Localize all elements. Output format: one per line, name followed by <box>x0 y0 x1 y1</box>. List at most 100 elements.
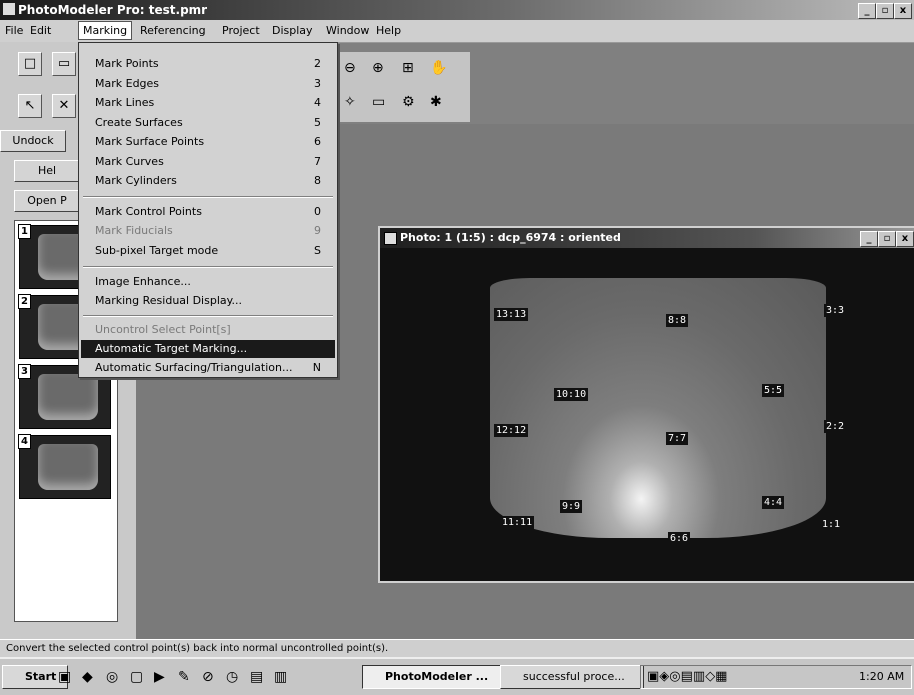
menu-item-shortcut: 6 <box>314 135 321 148</box>
quicklaunch-icon[interactable]: ✎ <box>178 669 190 685</box>
menu-item-image-enhance[interactable]: Image Enhance... <box>95 273 325 291</box>
menu-item-shortcut: 7 <box>314 155 321 168</box>
tool-icon[interactable]: ✧ <box>344 94 356 110</box>
menu-item-marking-residual-display[interactable]: Marking Residual Display... <box>95 292 325 310</box>
open-photos-button[interactable]: Open P <box>14 190 80 212</box>
camera-icon[interactable]: ⚙ <box>402 94 415 110</box>
photo-window: Photo: 1 (1:5) : dcp_6974 : oriented _ ▫… <box>378 226 914 583</box>
point-label[interactable]: 6:6 <box>668 532 691 545</box>
menu-item-shortcut: S <box>314 244 321 257</box>
quicklaunch-icon[interactable]: ⊘ <box>202 669 214 685</box>
point-label[interactable]: 4:4 <box>762 496 785 509</box>
app-icon <box>3 3 15 15</box>
window-title: PhotoModeler Pro: test.pmr <box>18 3 208 17</box>
help-button[interactable]: Hel <box>14 160 80 182</box>
point-label[interactable]: 7:7 <box>666 432 689 445</box>
status-text: Convert the selected control point(s) ba… <box>6 643 389 654</box>
point-label[interactable]: 5:5 <box>762 384 785 397</box>
menu-item-mark-control-points[interactable]: Mark Control Points 0 <box>95 203 325 221</box>
menu-item-shortcut: 4 <box>314 96 321 109</box>
quicklaunch-icon[interactable]: ◷ <box>226 669 238 685</box>
menu-item-label: Mark Lines <box>95 96 155 109</box>
point-label[interactable]: 2:2 <box>824 420 847 433</box>
photo-close-button[interactable]: x <box>896 231 914 247</box>
system-tray: ▣◈◎▤▥◇▦ 1:20 AM <box>640 665 912 689</box>
point-label[interactable]: 1:1 <box>820 518 843 531</box>
point-label[interactable]: 8:8 <box>666 314 689 327</box>
photo-thumbnail[interactable]: 4 <box>18 434 111 499</box>
thumbnail-image <box>38 374 98 420</box>
menu-item-subpixel-target-mode[interactable]: Sub-pixel Target mode S <box>95 242 325 260</box>
zoom-fit-icon[interactable]: ⊞ <box>402 60 414 76</box>
menu-window[interactable]: Window <box>326 24 369 37</box>
point-label[interactable]: 11:11 <box>500 516 535 529</box>
menu-item-label: Automatic Target Marking... <box>95 342 248 355</box>
task-photomodeler[interactable]: PhotoModeler ... <box>362 665 516 689</box>
quicklaunch-icon[interactable]: ◆ <box>82 669 93 685</box>
clock: 1:20 AM <box>859 670 905 683</box>
menu-item-label: Mark Curves <box>95 155 164 168</box>
menu-project[interactable]: Project <box>222 24 260 37</box>
menu-item-mark-fiducials: Mark Fiducials 9 <box>95 222 325 240</box>
quicklaunch-icon[interactable]: ▢ <box>130 669 143 685</box>
maximize-button[interactable]: ▫ <box>876 3 894 19</box>
select-arrow-icon[interactable]: ↖ <box>18 94 42 118</box>
close-button[interactable]: x <box>894 3 912 19</box>
menu-item-uncontrol-select-points: Uncontrol Select Point[s] <box>95 321 325 339</box>
menu-item-mark-edges[interactable]: Mark Edges 3 <box>95 75 325 93</box>
menu-item-automatic-target-marking[interactable]: Automatic Target Marking... <box>81 340 335 358</box>
menu-referencing[interactable]: Referencing <box>140 24 206 37</box>
menu-item-mark-cylinders[interactable]: Mark Cylinders 8 <box>95 172 325 190</box>
menu-item-label: Create Surfaces <box>95 116 183 129</box>
open-file-icon[interactable]: ▭ <box>52 52 76 76</box>
title-bar: PhotoModeler Pro: test.pmr _ ▫ x <box>0 0 914 20</box>
measure-icon[interactable]: ▭ <box>372 94 385 110</box>
menu-item-mark-lines[interactable]: Mark Lines 4 <box>95 94 325 112</box>
zoom-in-icon[interactable]: ⊕ <box>372 60 384 76</box>
menu-file[interactable]: File <box>5 24 23 37</box>
thumbnail-number: 1 <box>18 224 31 239</box>
menu-item-mark-curves[interactable]: Mark Curves 7 <box>95 153 325 171</box>
delete-icon[interactable]: ✕ <box>52 94 76 118</box>
photo-title: Photo: 1 (1:5) : dcp_6974 : oriented <box>400 231 621 244</box>
thumbnail-number: 4 <box>18 434 31 449</box>
photo-maximize-button[interactable]: ▫ <box>878 231 896 247</box>
menu-display[interactable]: Display <box>272 24 313 37</box>
menu-item-mark-points[interactable]: Mark Points 2 <box>95 55 325 73</box>
menu-separator <box>83 266 333 268</box>
point-label[interactable]: 12:12 <box>494 424 529 437</box>
menu-item-mark-surface-points[interactable]: Mark Surface Points 6 <box>95 133 325 151</box>
menu-item-shortcut: 9 <box>314 224 321 237</box>
menu-edit[interactable]: Edit <box>30 24 51 37</box>
quicklaunch-icon[interactable]: ▥ <box>274 669 287 685</box>
new-file-icon[interactable]: □ <box>18 52 42 76</box>
tray-icons[interactable]: ▣◈◎▤▥◇▦ <box>647 669 727 684</box>
quicklaunch-icon[interactable]: ▣ <box>58 669 71 685</box>
menu-separator <box>83 196 333 198</box>
ruler-icon[interactable]: ✱ <box>430 94 442 110</box>
point-label[interactable]: 3:3 <box>824 304 847 317</box>
pan-hand-icon[interactable]: ✋ <box>430 60 447 76</box>
quicklaunch-icon[interactable]: ◎ <box>106 669 118 685</box>
thumbnail-image <box>38 444 98 490</box>
menu-separator <box>83 315 333 317</box>
menu-item-automatic-surfacing[interactable]: Automatic Surfacing/Triangulation... N <box>95 359 325 377</box>
menu-item-label: Marking Residual Display... <box>95 294 243 307</box>
menu-item-create-surfaces[interactable]: Create Surfaces 5 <box>95 114 325 132</box>
task-label: successful proce... <box>523 670 625 683</box>
menu-help[interactable]: Help <box>376 24 401 37</box>
menu-item-shortcut: 2 <box>314 57 321 70</box>
undock-button[interactable]: Undock <box>0 130 66 152</box>
point-label[interactable]: 13:13 <box>494 308 529 321</box>
point-label[interactable]: 10:10 <box>554 388 589 401</box>
quicklaunch-icon[interactable]: ▤ <box>250 669 263 685</box>
photo-minimize-button[interactable]: _ <box>860 231 878 247</box>
task-successful-process[interactable]: successful proce... <box>500 665 644 689</box>
photo-window-icon <box>384 232 397 245</box>
minimize-button[interactable]: _ <box>858 3 876 19</box>
point-label[interactable]: 9:9 <box>560 500 583 513</box>
menu-item-label: Mark Cylinders <box>95 174 177 187</box>
zoom-out-icon[interactable]: ⊖ <box>344 60 356 76</box>
menu-marking[interactable]: Marking <box>78 21 133 40</box>
quicklaunch-icon[interactable]: ▶ <box>154 669 165 685</box>
